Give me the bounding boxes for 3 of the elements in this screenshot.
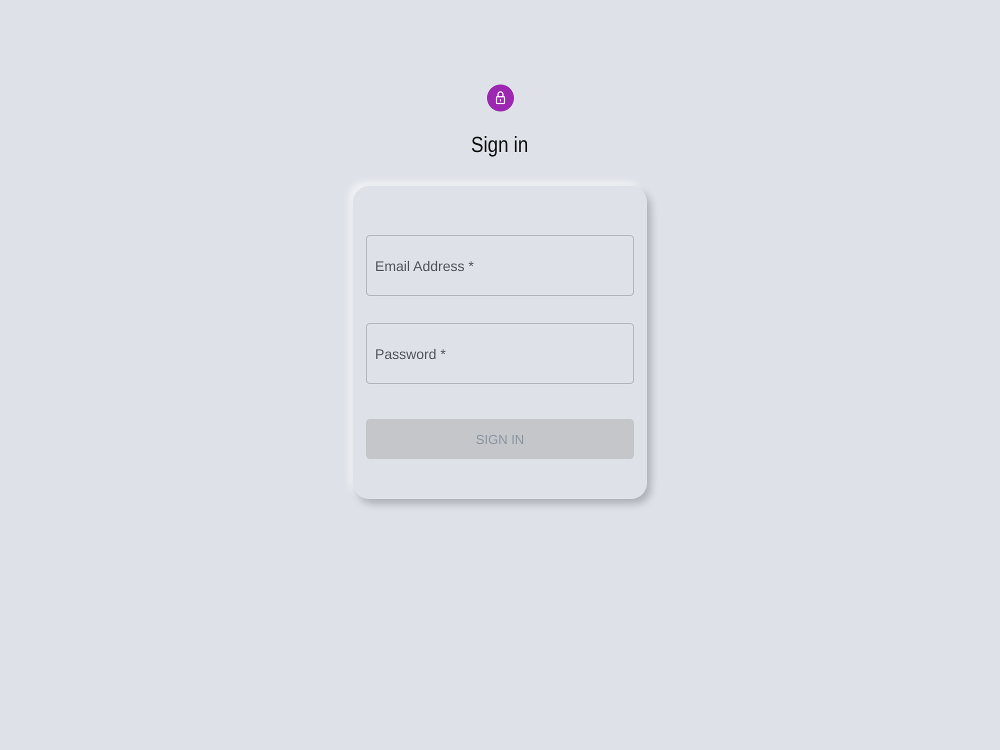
input-field[interactable]: Email Address * — [366, 235, 634, 296]
page-title: Sign in — [471, 132, 529, 158]
input-field[interactable]: Password * — [366, 323, 634, 384]
